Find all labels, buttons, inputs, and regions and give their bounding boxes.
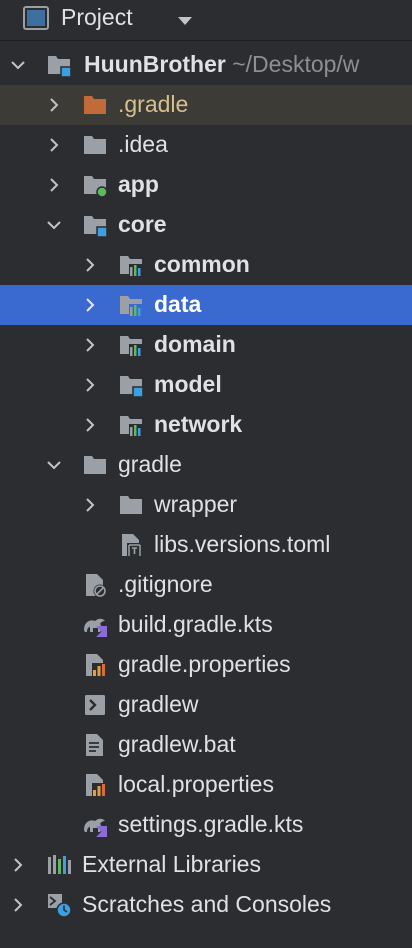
- folder-icon: [82, 452, 108, 478]
- library-module-folder-icon: [118, 412, 144, 438]
- project-tree: HuunBrother ~/Desktop/w .gradle .idea ap…: [0, 45, 412, 925]
- chevron-right-icon[interactable]: [46, 137, 62, 158]
- module-folder-icon: [118, 372, 144, 398]
- tree-item-app[interactable]: app: [0, 165, 412, 205]
- scratches-icon: [46, 892, 72, 918]
- header-divider: [0, 40, 412, 41]
- tree-item-label: .gradle: [118, 91, 189, 117]
- tree-item-root[interactable]: HuunBrother ~/Desktop/w: [0, 45, 412, 85]
- root-name: HuunBrother: [84, 51, 226, 77]
- tree-item-build-gradle[interactable]: build.gradle.kts: [0, 605, 412, 645]
- tree-item-label: core: [118, 211, 167, 237]
- tree-item-settings-gradle[interactable]: settings.gradle.kts: [0, 805, 412, 845]
- chevron-right-icon[interactable]: [82, 297, 98, 318]
- tree-item-label: common: [154, 251, 250, 277]
- module-folder-icon: [82, 212, 108, 238]
- tree-item-gitignore[interactable]: .gitignore: [0, 565, 412, 605]
- chevron-right-icon[interactable]: [82, 497, 98, 518]
- project-tool-window-header: Project: [0, 0, 412, 38]
- chevron-right-icon[interactable]: [46, 177, 62, 198]
- tree-item-label: settings.gradle.kts: [118, 811, 304, 837]
- tree-item-wrapper[interactable]: wrapper: [0, 485, 412, 525]
- folder-icon: [118, 492, 144, 518]
- tree-item-label: domain: [154, 331, 236, 357]
- external-libraries-icon: [46, 852, 72, 878]
- chevron-right-icon[interactable]: [82, 417, 98, 438]
- tree-item-label: build.gradle.kts: [118, 611, 273, 637]
- text-file-icon: [82, 732, 108, 758]
- tree-item-label: gradle: [118, 451, 182, 477]
- tree-item-label: .idea: [118, 131, 168, 157]
- tree-item-domain[interactable]: domain: [0, 325, 412, 365]
- tree-item-label: libs.versions.toml: [154, 531, 331, 557]
- shell-script-icon: [82, 692, 108, 718]
- tree-item-label: External Libraries: [82, 851, 261, 877]
- library-module-folder-icon: [118, 252, 144, 278]
- tree-item-idea[interactable]: .idea: [0, 125, 412, 165]
- tree-item-gradle-properties[interactable]: gradle.properties: [0, 645, 412, 685]
- tree-item-local-properties[interactable]: local.properties: [0, 765, 412, 805]
- android-module-folder-icon: [82, 172, 108, 198]
- tree-item-label: app: [118, 171, 159, 197]
- excluded-folder-icon: [82, 92, 108, 118]
- chevron-down-icon[interactable]: [46, 457, 62, 478]
- tree-item-gradlew-bat[interactable]: gradlew.bat: [0, 725, 412, 765]
- tree-item-dot-gradle[interactable]: .gradle: [0, 85, 412, 125]
- tree-item-label: gradlew.bat: [118, 731, 236, 757]
- properties-file-icon: [82, 652, 108, 678]
- tree-item-label: wrapper: [154, 491, 238, 517]
- chevron-down-icon[interactable]: [10, 57, 26, 78]
- gradle-kotlin-icon: [82, 612, 108, 638]
- tree-item-label: HuunBrother ~/Desktop/w: [84, 51, 359, 78]
- chevron-right-icon[interactable]: [82, 337, 98, 358]
- chevron-right-icon[interactable]: [82, 257, 98, 278]
- properties-file-icon: [82, 772, 108, 798]
- chevron-right-icon[interactable]: [82, 377, 98, 398]
- root-path: ~/Desktop/w: [232, 51, 360, 77]
- tree-item-network[interactable]: network: [0, 405, 412, 445]
- tree-item-label: Scratches and Consoles: [82, 891, 332, 917]
- tree-item-gradle[interactable]: gradle: [0, 445, 412, 485]
- tree-item-label: local.properties: [118, 771, 274, 797]
- tree-item-common[interactable]: common: [0, 245, 412, 285]
- chevron-right-icon[interactable]: [10, 857, 26, 878]
- tree-item-label: gradlew: [118, 691, 199, 717]
- tree-item-data[interactable]: data: [0, 285, 412, 325]
- tree-item-external-libraries[interactable]: External Libraries: [0, 845, 412, 885]
- tree-item-label: model: [154, 371, 222, 397]
- tree-item-core[interactable]: core: [0, 205, 412, 245]
- ignore-file-icon: [82, 572, 108, 598]
- chevron-right-icon[interactable]: [10, 897, 26, 918]
- tree-item-label: network: [154, 411, 243, 437]
- library-module-folder-icon: [118, 292, 144, 318]
- tree-item-label: gradle.properties: [118, 651, 291, 677]
- tree-item-model[interactable]: model: [0, 365, 412, 405]
- tree-item-label: .gitignore: [118, 571, 213, 597]
- tree-item-libs-versions[interactable]: libs.versions.toml: [0, 525, 412, 565]
- folder-icon: [82, 132, 108, 158]
- module-folder-icon: [46, 52, 72, 78]
- tree-item-label: data: [154, 291, 202, 317]
- gradle-kotlin-icon: [82, 812, 108, 838]
- project-panel-icon[interactable]: [23, 5, 49, 36]
- library-module-folder-icon: [118, 332, 144, 358]
- tree-item-scratches[interactable]: Scratches and Consoles: [0, 885, 412, 925]
- chevron-down-icon[interactable]: [46, 217, 62, 238]
- project-view-title[interactable]: Project: [61, 4, 133, 31]
- toml-file-icon: [118, 532, 144, 558]
- chevron-right-icon[interactable]: [46, 97, 62, 118]
- tree-item-gradlew[interactable]: gradlew: [0, 685, 412, 725]
- chevron-down-icon[interactable]: [177, 13, 193, 31]
